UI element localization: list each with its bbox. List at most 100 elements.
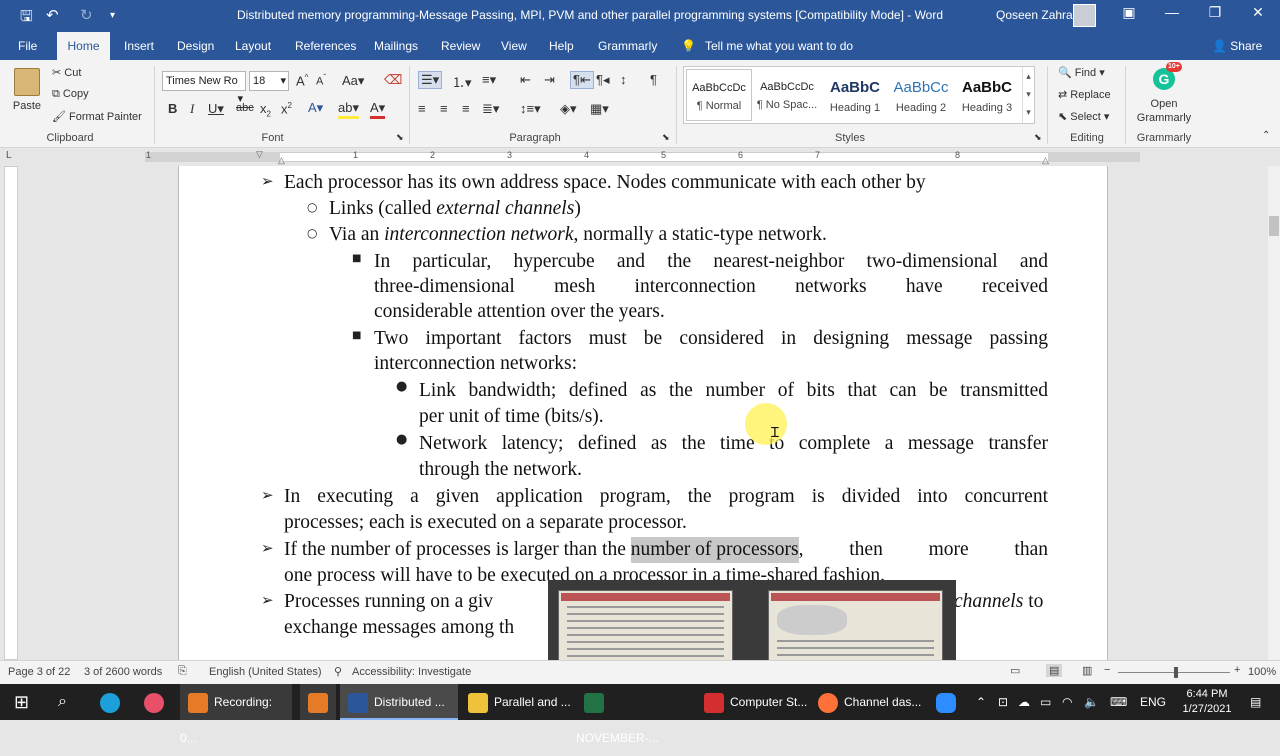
line-spacing-icon[interactable]: ↕≡▾ xyxy=(520,101,541,117)
zoom-level[interactable]: 100% xyxy=(1248,666,1276,678)
tab-grammarly[interactable]: Grammarly xyxy=(598,39,657,53)
notifications-icon[interactable]: ▤ xyxy=(1250,684,1261,720)
zoom-slider-thumb[interactable] xyxy=(1174,667,1178,678)
page-count[interactable]: Page 3 of 22 xyxy=(8,666,70,678)
ribbon-display-icon[interactable]: ▣ xyxy=(1114,4,1144,21)
tab-view[interactable]: View xyxy=(501,39,527,53)
tab-help[interactable]: Help xyxy=(549,39,574,53)
find-button[interactable]: 🔍 Find ▾ xyxy=(1058,66,1105,79)
windows-start-icon[interactable]: ⊞ xyxy=(14,684,29,720)
subscript-icon[interactable]: x2 xyxy=(260,101,271,119)
taskbar-pdf[interactable]: Computer St... xyxy=(696,684,808,720)
tab-mailings[interactable]: Mailings xyxy=(374,39,418,53)
customize-toolbar-icon[interactable]: ▾ xyxy=(110,10,115,21)
select-button[interactable]: ⬉ Select ▾ xyxy=(1058,110,1109,123)
taskbar-firefox[interactable]: Channel das... xyxy=(812,684,924,720)
font-name-select[interactable]: Times New Ro ▾ xyxy=(162,71,246,105)
styles-scroll[interactable]: ▴ ▾ ▾ xyxy=(1022,67,1034,123)
close-icon[interactable]: ✕ xyxy=(1243,4,1273,21)
cut-button[interactable]: ✂ Cut xyxy=(52,66,81,79)
format-painter-button[interactable]: 🖌 Format Painter xyxy=(52,110,142,123)
bullets-icon[interactable]: ☰▾ xyxy=(418,71,443,89)
search-icon[interactable]: ⌕ xyxy=(58,684,67,720)
tab-design[interactable]: Design xyxy=(177,39,214,53)
word-count[interactable]: 3 of 2600 words xyxy=(84,666,162,678)
horizontal-ruler[interactable]: 1 1 2 3 4 5 6 7 8 ▽ △ △ L xyxy=(0,149,1280,165)
bold-icon[interactable]: B xyxy=(168,101,177,116)
maximize-icon[interactable]: ❐ xyxy=(1200,4,1230,21)
taskbar-excel[interactable]: NOVEMBER-... xyxy=(576,684,688,745)
sort-icon[interactable]: ↕ xyxy=(620,72,627,87)
dialog-launcher-icon[interactable]: ⬊ xyxy=(396,132,404,143)
text-effects-icon[interactable]: A▾ xyxy=(308,100,323,116)
highlight-icon[interactable]: ab▾ xyxy=(338,100,359,119)
underline-icon[interactable]: U▾ xyxy=(208,101,224,117)
language-status[interactable]: English (United States) xyxy=(209,666,322,678)
tab-insert[interactable]: Insert xyxy=(124,39,154,53)
show-formatting-icon[interactable]: ¶ xyxy=(650,72,657,87)
user-name[interactable]: Qoseen Zahra xyxy=(996,8,1073,22)
grow-font-icon[interactable]: A^ xyxy=(296,73,308,88)
volume-icon[interactable]: 🔈 xyxy=(1084,684,1099,720)
tab-selector-icon[interactable]: L xyxy=(6,150,12,161)
tab-home[interactable]: Home xyxy=(57,32,110,60)
cloud-icon[interactable]: ☁ xyxy=(1018,684,1030,720)
italic-icon[interactable]: I xyxy=(190,101,194,117)
zoom-app-icon[interactable] xyxy=(936,684,962,720)
open-grammarly-button[interactable]: G 10+ Open Grammarly xyxy=(1133,62,1195,124)
font-color-icon[interactable]: A▾ xyxy=(370,100,386,119)
clear-formatting-icon[interactable]: ⌫ xyxy=(384,72,402,88)
shading-icon[interactable]: ◈▾ xyxy=(560,101,577,117)
avatar[interactable] xyxy=(1073,4,1096,27)
save-icon[interactable]: 🖫 xyxy=(20,6,33,31)
align-left-icon[interactable]: ≡ xyxy=(418,101,426,116)
print-layout-icon[interactable]: ▤ xyxy=(1046,664,1063,677)
minimize-icon[interactable]: — xyxy=(1157,4,1187,20)
dialog-launcher-icon[interactable]: ⬊ xyxy=(1034,132,1042,143)
superscript-icon[interactable]: x2 xyxy=(281,101,292,116)
align-center-icon[interactable]: ≡ xyxy=(440,101,448,116)
app-icon[interactable] xyxy=(144,684,170,720)
style-heading-2[interactable]: AaBbCc Heading 2 xyxy=(888,69,954,121)
paste-button[interactable]: Paste xyxy=(10,68,44,112)
redo-icon[interactable]: ↻ xyxy=(80,6,93,24)
camera-icon[interactable]: ⊡ xyxy=(998,684,1008,720)
collapse-ribbon-icon[interactable]: ⌃ xyxy=(1262,130,1270,141)
taskbar-folder[interactable]: Parallel and ... xyxy=(460,684,572,720)
align-right-icon[interactable]: ≡ xyxy=(462,101,470,116)
wifi-icon[interactable]: ◠ xyxy=(1062,684,1072,720)
ltr-icon[interactable]: ¶⇤ xyxy=(570,71,594,89)
accessibility-status[interactable]: Accessibility: Investigate xyxy=(352,666,471,678)
strikethrough-icon[interactable]: abc xyxy=(236,102,254,114)
justify-icon[interactable]: ≣▾ xyxy=(482,101,499,117)
replace-button[interactable]: ⇄ Replace xyxy=(1058,88,1111,101)
zoom-in-icon[interactable]: + xyxy=(1234,664,1240,676)
zoom-out-icon[interactable]: − xyxy=(1104,664,1110,676)
shrink-font-icon[interactable]: Aˇ xyxy=(316,73,326,88)
taskbar-word[interactable]: Distributed ... xyxy=(340,684,458,720)
network-icon[interactable]: ▭ xyxy=(1040,684,1051,720)
proofing-icon[interactable]: ⎘ xyxy=(178,665,187,678)
vertical-ruler[interactable] xyxy=(4,166,18,660)
taskbar-recording[interactable]: Recording: 0... xyxy=(180,684,292,745)
style-normal[interactable]: AaBbCcDc ¶ Normal xyxy=(686,69,752,121)
read-mode-icon[interactable]: ▭ xyxy=(1010,664,1020,677)
edge-icon[interactable] xyxy=(100,684,126,720)
keyboard-icon[interactable]: ⌨ xyxy=(1110,684,1127,720)
tab-references[interactable]: References xyxy=(295,39,356,53)
style-heading-1[interactable]: AaBbC Heading 1 xyxy=(822,69,888,121)
share-button[interactable]: 👤 Share xyxy=(1212,39,1262,53)
style-heading-3[interactable]: AaBbC Heading 3 xyxy=(954,69,1020,121)
tab-layout[interactable]: Layout xyxy=(235,39,271,53)
decrease-indent-icon[interactable]: ⇤ xyxy=(520,72,531,88)
multilevel-list-icon[interactable]: ≡▾ xyxy=(482,72,496,88)
change-case-icon[interactable]: Aa▾ xyxy=(342,73,364,89)
style-no-spacing[interactable]: AaBbCcDc ¶ No Spac... xyxy=(754,69,820,121)
tell-me-search[interactable]: Tell me what you want to do xyxy=(705,39,853,53)
scrollbar-thumb[interactable] xyxy=(1269,216,1279,236)
taskbar-recorder-2[interactable] xyxy=(300,684,336,720)
copy-button[interactable]: ⧉ Copy xyxy=(52,88,89,101)
tab-review[interactable]: Review xyxy=(441,39,480,53)
undo-icon[interactable]: ↶ xyxy=(46,6,59,24)
font-size-select[interactable]: 18 ▾ xyxy=(249,71,289,91)
